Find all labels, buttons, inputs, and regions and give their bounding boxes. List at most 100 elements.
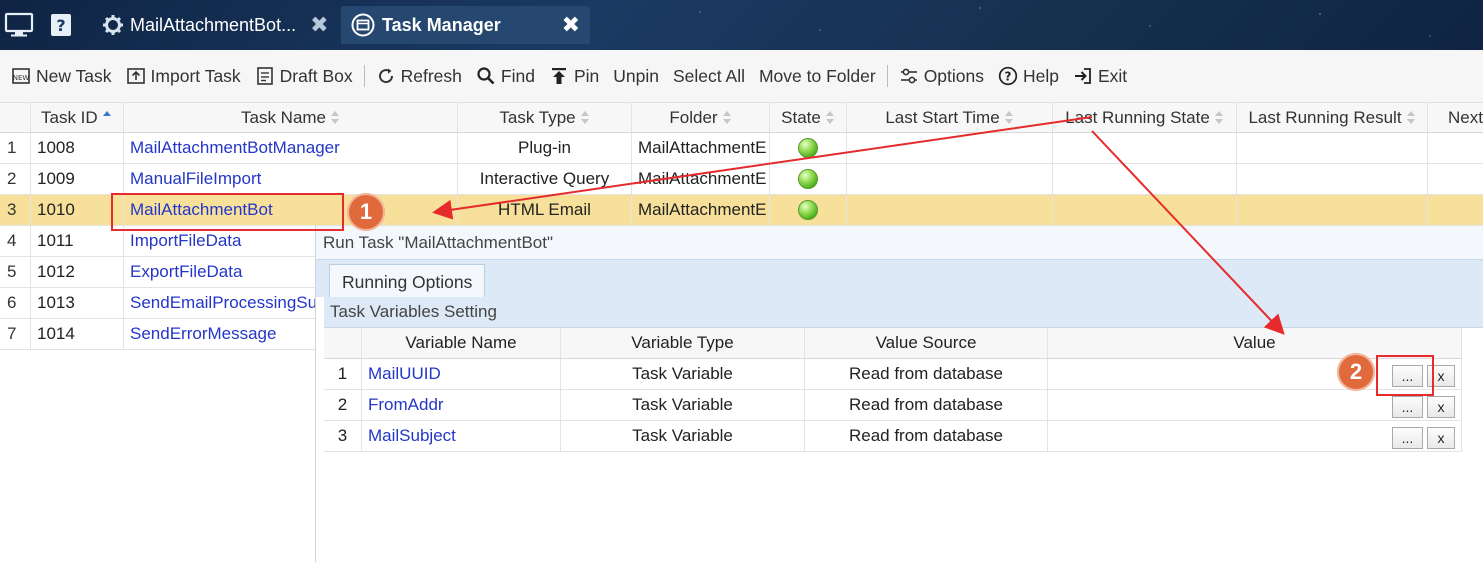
- column-header-last-running-state[interactable]: Last Running State: [1053, 103, 1237, 132]
- clear-value-button[interactable]: x: [1427, 427, 1455, 449]
- header-label: Task Type: [499, 107, 576, 127]
- enabled-status-icon: [798, 138, 818, 158]
- task-name-link[interactable]: ExportFileData: [124, 257, 316, 287]
- task-name-link[interactable]: SendEmailProcessingSu: [124, 288, 316, 318]
- refresh-button[interactable]: Refresh: [369, 58, 469, 94]
- draft-box-label: Draft Box: [279, 65, 353, 86]
- value-source-cell: Read from database: [805, 359, 1048, 389]
- column-header-variable-name[interactable]: Variable Name: [362, 328, 561, 358]
- help-book-icon[interactable]: ?: [46, 10, 76, 40]
- close-tab-icon[interactable]: ✖: [562, 12, 580, 38]
- toolbar-divider: [886, 65, 888, 87]
- header-label: Task Name: [240, 107, 327, 127]
- variable-row[interactable]: 3 MailSubject Task Variable Read from da…: [324, 421, 1462, 452]
- new-task-button[interactable]: NEW New Task: [4, 58, 119, 94]
- variable-name-link[interactable]: MailSubject: [362, 421, 561, 451]
- task-manager-icon: [351, 13, 375, 37]
- unpin-button[interactable]: Unpin: [606, 58, 666, 94]
- select-all-button[interactable]: Select All: [666, 58, 752, 94]
- browse-value-button[interactable]: ...: [1392, 396, 1423, 418]
- task-name-link[interactable]: MailAttachmentBotManager: [124, 133, 458, 163]
- column-header-last-start-time[interactable]: Last Start Time: [847, 103, 1053, 132]
- new-task-label: New Task: [36, 65, 112, 86]
- task-manager-window: ? MailAttachmentBot... ✖ Task Manager ✖ …: [0, 0, 1483, 562]
- tab-mailattachmentbot[interactable]: MailAttachmentBot... ✖: [92, 6, 339, 44]
- row-number: 2: [324, 390, 362, 420]
- enabled-status-icon: [798, 169, 818, 189]
- last-running-result-cell: [1237, 133, 1428, 163]
- column-header-value-source[interactable]: Value Source: [805, 328, 1048, 358]
- column-header-task-id[interactable]: Task ID: [31, 103, 124, 132]
- svg-text:NEW: NEW: [13, 74, 30, 82]
- header-label: Last Running State: [1065, 107, 1210, 127]
- folder-cell: MailAttachmentE: [632, 133, 770, 163]
- draft-box-button[interactable]: Draft Box: [248, 58, 360, 94]
- table-row[interactable]: 1 1008 MailAttachmentBotManager Plug-in …: [0, 133, 1483, 164]
- state-cell: [770, 133, 847, 163]
- import-task-button[interactable]: Import Task: [119, 58, 248, 94]
- find-button[interactable]: Find: [469, 58, 542, 94]
- variable-row[interactable]: 1 MailUUID Task Variable Read from datab…: [324, 359, 1462, 390]
- pin-button[interactable]: Pin: [542, 58, 606, 94]
- row-number: 1: [0, 133, 31, 163]
- column-header-next[interactable]: Next: [1428, 103, 1483, 132]
- clear-value-button[interactable]: x: [1427, 396, 1455, 418]
- column-header-folder[interactable]: Folder: [632, 103, 770, 132]
- top-tab-bar: ? MailAttachmentBot... ✖ Task Manager ✖: [0, 0, 1483, 50]
- last-running-result-cell: [1237, 164, 1428, 194]
- close-tab-icon[interactable]: ✖: [310, 12, 328, 38]
- import-icon: [126, 66, 146, 86]
- help-button[interactable]: ? Help: [991, 58, 1066, 94]
- row-number: 2: [0, 164, 31, 194]
- column-header-variable-type[interactable]: Variable Type: [561, 328, 805, 358]
- folder-cell: MailAttachmentE: [632, 164, 770, 194]
- exit-button[interactable]: Exit: [1066, 58, 1134, 94]
- variable-type-cell: Task Variable: [561, 359, 805, 389]
- variable-name-link[interactable]: FromAddr: [362, 390, 561, 420]
- header-label: Task ID: [41, 107, 98, 127]
- variable-row[interactable]: 2 FromAddr Task Variable Read from datab…: [324, 390, 1462, 421]
- column-header-state[interactable]: State: [770, 103, 847, 132]
- state-cell: [770, 195, 847, 225]
- move-to-folder-button[interactable]: Move to Folder: [752, 58, 883, 94]
- task-id-cell: 1008: [31, 133, 124, 163]
- exit-icon: [1073, 66, 1093, 86]
- search-icon: [476, 66, 496, 86]
- task-grid-header: Task ID Task Name Task Type Folder State…: [0, 102, 1483, 133]
- sort-ascending-icon: [102, 110, 112, 125]
- task-id-cell: 1014: [31, 319, 124, 349]
- sliders-icon: [899, 66, 919, 86]
- step-1-badge: 1: [347, 193, 385, 231]
- sort-icon: [1214, 110, 1224, 125]
- monitor-icon[interactable]: [4, 10, 34, 40]
- row-number: 1: [324, 359, 362, 389]
- draft-box-icon: [255, 66, 275, 86]
- sort-icon: [1004, 110, 1014, 125]
- variable-type-cell: Task Variable: [561, 390, 805, 420]
- pin-to-top-icon: [549, 66, 569, 86]
- header-label: Next: [1448, 107, 1483, 127]
- table-row[interactable]: 2 1009 ManualFileImport Interactive Quer…: [0, 164, 1483, 195]
- row-number: 5: [0, 257, 31, 287]
- tab-task-manager[interactable]: Task Manager ✖: [341, 6, 590, 44]
- column-header-last-running-result[interactable]: Last Running Result: [1237, 103, 1428, 132]
- browse-value-button[interactable]: ...: [1392, 427, 1423, 449]
- row-number-header: [0, 103, 31, 132]
- variable-name-link[interactable]: MailUUID: [362, 359, 561, 389]
- column-header-task-name[interactable]: Task Name: [124, 103, 458, 132]
- row-number-header: [324, 328, 362, 358]
- task-name-link[interactable]: SendErrorMessage: [124, 319, 316, 349]
- value-cell: ... x: [1048, 421, 1462, 451]
- tab-running-options[interactable]: Running Options: [329, 264, 486, 299]
- options-button[interactable]: Options: [892, 58, 991, 94]
- column-header-value[interactable]: Value: [1048, 328, 1462, 358]
- column-header-task-type[interactable]: Task Type: [458, 103, 632, 132]
- value-source-cell: Read from database: [805, 421, 1048, 451]
- row-number: 3: [324, 421, 362, 451]
- state-cell: [770, 164, 847, 194]
- row-number: 7: [0, 319, 31, 349]
- task-name-link[interactable]: ManualFileImport: [124, 164, 458, 194]
- sort-icon: [722, 110, 732, 125]
- task-variables-setting-heading: Task Variables Setting: [324, 297, 1483, 328]
- highlight-browse-button: [1376, 355, 1434, 396]
